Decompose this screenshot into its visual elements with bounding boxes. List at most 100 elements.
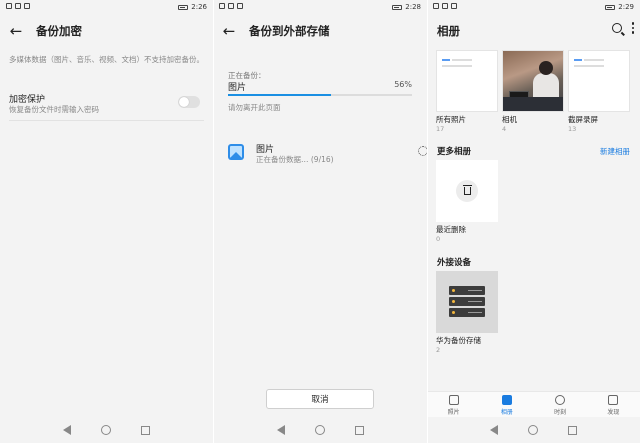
status-icons-left bbox=[219, 3, 243, 9]
discover-icon bbox=[608, 395, 619, 405]
status-bar: 2:26 bbox=[0, 0, 213, 14]
nav-recents-icon[interactable] bbox=[141, 425, 150, 435]
album-recently-deleted[interactable]: 最近删除 0 bbox=[436, 160, 498, 243]
app-bar: 相册 bbox=[427, 18, 640, 44]
tab-label: 相册 bbox=[500, 409, 513, 416]
album-all-photos[interactable]: 所有照片 17 bbox=[436, 50, 498, 133]
system-nav-bar bbox=[0, 417, 213, 443]
nav-home-icon[interactable] bbox=[314, 425, 325, 435]
search-icon[interactable] bbox=[611, 22, 622, 33]
notification-icon bbox=[219, 3, 225, 9]
bottom-tab-bar: 照片 相册 时刻 发现 bbox=[427, 391, 640, 419]
back-arrow-icon[interactable]: ← bbox=[217, 19, 241, 43]
status-icons-right: 2:29 bbox=[605, 3, 634, 11]
tab-moments[interactable]: 时刻 bbox=[534, 392, 587, 419]
nav-recents-icon[interactable] bbox=[354, 425, 364, 435]
tab-albums[interactable]: 相册 bbox=[480, 392, 533, 419]
status-icons-left bbox=[433, 3, 457, 9]
page-title: 备份到外部存储 bbox=[249, 24, 330, 38]
panel-divider bbox=[213, 0, 214, 443]
album-camera[interactable]: 相机 4 bbox=[502, 50, 564, 133]
page-title: 备份加密 bbox=[36, 24, 82, 38]
system-nav-bar bbox=[213, 417, 427, 443]
stay-on-page-warning: 请勿离开此页面 bbox=[228, 103, 281, 112]
album-thumbnail bbox=[502, 50, 564, 112]
image-icon bbox=[228, 144, 244, 160]
album-thumbnail bbox=[568, 50, 630, 112]
storage-device-icon bbox=[436, 271, 498, 333]
new-album-link[interactable]: 新建相册 bbox=[600, 146, 630, 157]
tab-label: 时刻 bbox=[554, 409, 567, 416]
external-devices-heading: 外接设备 bbox=[437, 258, 472, 268]
wifi-icon bbox=[15, 3, 21, 9]
notification-icon bbox=[6, 3, 12, 9]
status-time: 2:26 bbox=[191, 3, 207, 11]
status-icons-right: 2:26 bbox=[178, 3, 207, 11]
album-count: 0 bbox=[436, 235, 441, 243]
usb-icon bbox=[451, 3, 457, 9]
tab-photos[interactable]: 照片 bbox=[427, 392, 480, 419]
status-icons-left bbox=[6, 3, 30, 9]
panel-divider bbox=[427, 0, 428, 443]
trash-icon bbox=[456, 180, 478, 202]
wifi-icon bbox=[442, 3, 448, 9]
notification-icon bbox=[433, 3, 439, 9]
album-name: 所有照片 bbox=[436, 115, 466, 124]
album-screenshots[interactable]: 截屏录屏 13 bbox=[568, 50, 630, 133]
usb-icon bbox=[237, 3, 243, 9]
album-name: 相机 bbox=[502, 115, 517, 124]
backup-external-storage-screen: 2:28 ← 备份到外部存储 正在备份： 图片 56% 请勿离开此页面 图片 正… bbox=[213, 0, 427, 443]
backing-up-item: 图片 bbox=[228, 83, 247, 93]
status-time: 2:29 bbox=[618, 3, 634, 11]
divider bbox=[9, 120, 204, 121]
battery-icon bbox=[392, 4, 403, 10]
nav-back-icon[interactable] bbox=[490, 425, 498, 435]
toggle-knob bbox=[179, 97, 189, 107]
backup-encryption-screen: 2:26 ← 备份加密 多媒体数据（图片、音乐、视频、文档）不支持加密备份。 加… bbox=[0, 0, 213, 443]
backup-item-status: 正在备份数据… (9/16) bbox=[256, 155, 334, 164]
usb-icon bbox=[24, 3, 30, 9]
albums-icon bbox=[501, 395, 512, 405]
encryption-toggle[interactable] bbox=[178, 96, 200, 108]
cancel-button[interactable]: 取消 bbox=[266, 389, 374, 409]
nav-back-icon[interactable] bbox=[63, 425, 71, 435]
nav-back-icon[interactable] bbox=[276, 425, 285, 435]
moments-icon bbox=[555, 395, 566, 405]
more-options-icon[interactable] bbox=[631, 22, 634, 34]
album-count: 4 bbox=[502, 125, 507, 133]
external-device-huawei-backup[interactable]: 华为备份存储 2 bbox=[436, 271, 498, 354]
loading-spinner-icon bbox=[418, 146, 427, 156]
progress-percent: 56% bbox=[394, 80, 412, 89]
status-bar: 2:29 bbox=[427, 0, 640, 14]
nav-recents-icon[interactable] bbox=[568, 425, 577, 435]
nav-home-icon[interactable] bbox=[101, 425, 111, 435]
progress-bar bbox=[228, 94, 412, 96]
album-thumbnail bbox=[436, 160, 498, 222]
device-name: 华为备份存储 bbox=[436, 336, 481, 345]
progress-bar-fill bbox=[228, 94, 332, 96]
album-thumbnail bbox=[436, 50, 498, 112]
photos-icon bbox=[448, 395, 459, 405]
battery-icon bbox=[605, 4, 616, 10]
more-albums-heading: 更多相册 bbox=[437, 147, 472, 157]
tab-discover[interactable]: 发现 bbox=[587, 392, 640, 419]
battery-icon bbox=[178, 4, 189, 10]
album-name: 最近删除 bbox=[436, 225, 466, 234]
app-bar: ← 备份到外部存储 bbox=[213, 18, 427, 44]
gallery-albums-screen: 2:29 相册 所有照片 17 相机 4 截屏录屏 13 更多相册 新建相册 最… bbox=[427, 0, 640, 443]
encryption-setting-description: 恢复备份文件时需输入密码 bbox=[9, 105, 99, 114]
nav-home-icon[interactable] bbox=[528, 425, 538, 435]
tab-label: 照片 bbox=[447, 409, 460, 416]
app-bar-actions bbox=[611, 22, 634, 34]
backup-item-row: 图片 正在备份数据… (9/16) bbox=[228, 142, 427, 166]
album-count: 17 bbox=[436, 125, 445, 133]
back-arrow-icon[interactable]: ← bbox=[4, 19, 28, 43]
page-title: 相册 bbox=[437, 24, 460, 38]
system-nav-bar bbox=[427, 417, 640, 443]
status-time: 2:28 bbox=[405, 3, 421, 11]
status-icons-right: 2:28 bbox=[392, 3, 421, 11]
status-bar: 2:28 bbox=[213, 0, 427, 14]
app-bar: ← 备份加密 bbox=[0, 18, 213, 44]
tab-label: 发现 bbox=[607, 409, 620, 416]
album-count: 13 bbox=[568, 125, 577, 133]
